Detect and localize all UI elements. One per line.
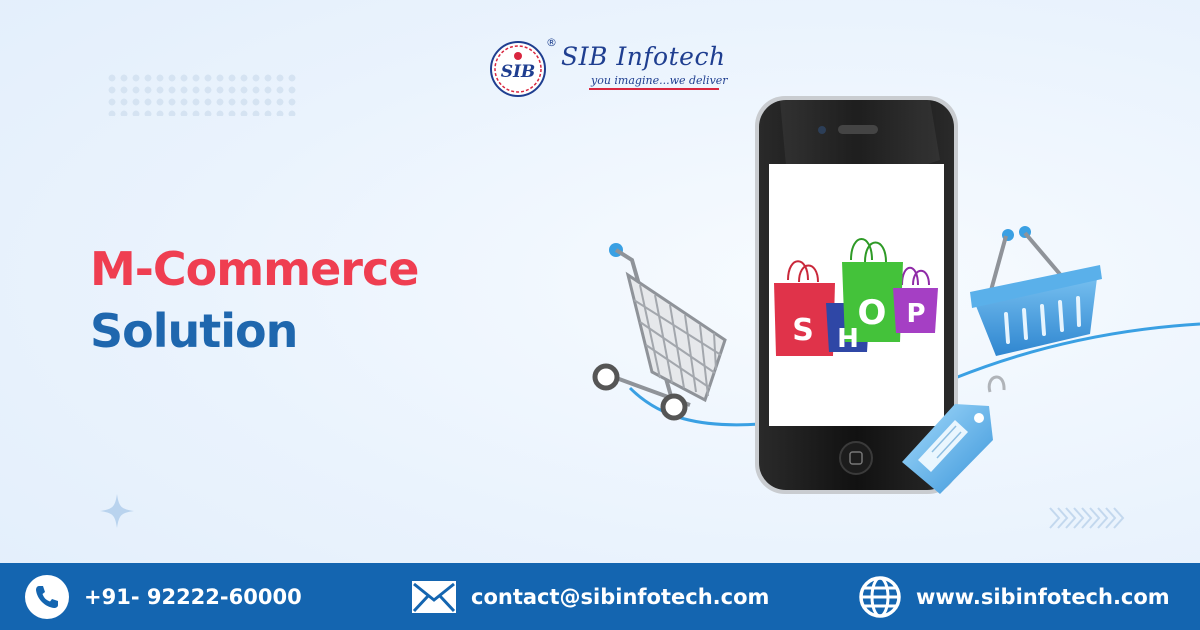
phone-number: +91- 92222-60000 xyxy=(84,584,302,609)
phone-contact[interactable]: +91- 92222-60000 xyxy=(24,563,302,630)
contact-footer: +91- 92222-60000 contact@sibinfotech.com… xyxy=(0,563,1200,630)
headline-line-1: M-Commerce xyxy=(90,242,419,296)
shop-letter-h: H xyxy=(837,324,859,354)
globe-icon xyxy=(859,575,901,618)
banner: SIB ® SIB Infotech you imagine...we deli… xyxy=(0,0,1200,630)
shopping-cart-icon xyxy=(592,243,727,421)
shop-letter-p: P xyxy=(906,299,925,329)
shop-letter-s: S xyxy=(792,313,814,348)
sparkle-icon xyxy=(100,494,134,528)
brand-name: SIB Infotech xyxy=(561,42,726,71)
dot-grid-decoration xyxy=(106,72,296,116)
email-address: contact@sibinfotech.com xyxy=(471,584,770,609)
shopping-basket-icon xyxy=(970,226,1102,356)
mail-icon xyxy=(412,580,456,613)
shop-letter-o: O xyxy=(858,293,887,333)
website-contact[interactable]: www.sibinfotech.com xyxy=(858,563,1170,630)
website-url: www.sibinfotech.com xyxy=(916,584,1170,609)
logo-badge-text: SIB xyxy=(501,62,536,82)
headline-line-2: Solution xyxy=(90,304,298,358)
logo-badge-icon: SIB xyxy=(490,41,546,97)
mcommerce-illustration: S H O P xyxy=(592,96,1200,494)
email-contact[interactable]: contact@sibinfotech.com xyxy=(411,563,769,630)
registered-mark: ® xyxy=(546,36,557,49)
headline: M-Commerce Solution xyxy=(90,238,419,362)
phone-call-icon xyxy=(25,574,69,619)
